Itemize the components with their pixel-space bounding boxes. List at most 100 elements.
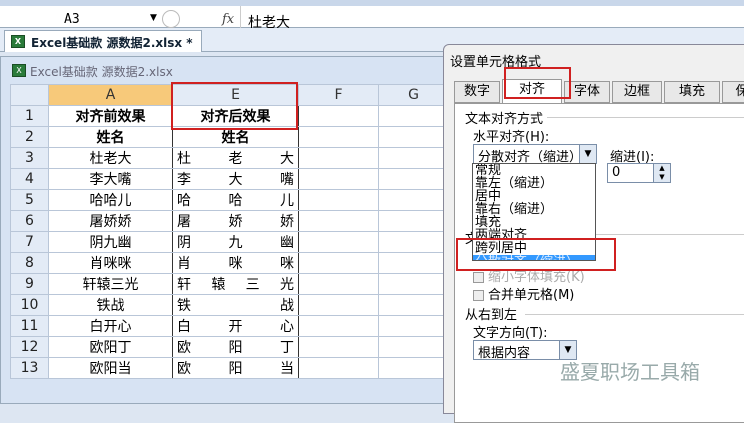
cell-a[interactable]: 肖咪咪 <box>48 252 173 274</box>
tab-border[interactable]: 边框 <box>612 81 662 103</box>
cell-g[interactable] <box>378 147 449 169</box>
highlight-box <box>171 82 298 130</box>
chevron-down-icon[interactable]: ▼ <box>150 13 157 23</box>
cell-a[interactable]: 杜老大 <box>48 147 173 169</box>
cell-g[interactable] <box>378 231 449 253</box>
indent-spinner[interactable]: 0 ▲ ▼ <box>607 163 671 183</box>
row-header[interactable]: 13 <box>10 357 49 379</box>
cell-f[interactable] <box>298 210 379 232</box>
cell-e[interactable]: 阴九幽 <box>172 231 299 253</box>
cell-g[interactable] <box>378 105 449 127</box>
cell-e[interactable]: 铁战 <box>172 294 299 316</box>
cell-f[interactable] <box>298 273 379 295</box>
fx-icon[interactable]: fx <box>222 12 234 27</box>
tab-protection[interactable]: 保 <box>722 81 744 103</box>
cell-a[interactable]: 铁战 <box>48 294 173 316</box>
table-row: 3 杜老大杜老大 <box>10 147 449 169</box>
cell-e[interactable]: 屠娇娇 <box>172 210 299 232</box>
divider <box>547 117 744 118</box>
cell-e[interactable]: 白开心 <box>172 315 299 337</box>
row-header[interactable]: 7 <box>10 231 49 253</box>
cell-e[interactable]: 欧阳当 <box>172 357 299 379</box>
excel-icon: X <box>12 64 26 77</box>
horizontal-select[interactable]: 分散对齐（缩进） ▼ <box>473 144 597 165</box>
row-header[interactable]: 6 <box>10 210 49 232</box>
cell-a[interactable]: 欧阳丁 <box>48 336 173 358</box>
cell-g[interactable] <box>378 336 449 358</box>
cell-f[interactable] <box>298 231 379 253</box>
row-header[interactable]: 2 <box>10 126 49 148</box>
cell-f[interactable] <box>298 168 379 190</box>
cell-f[interactable] <box>298 147 379 169</box>
row-header[interactable]: 9 <box>10 273 49 295</box>
cell-a[interactable]: 哈哈儿 <box>48 189 173 211</box>
cell-g[interactable] <box>378 273 449 295</box>
cell-a[interactable]: 屠娇娇 <box>48 210 173 232</box>
spinner-arrows-icon[interactable]: ▲ ▼ <box>653 164 670 182</box>
row-header[interactable]: 11 <box>10 315 49 337</box>
cell-a[interactable]: 轩辕三光 <box>48 273 173 295</box>
tab-fill[interactable]: 填充 <box>664 81 720 103</box>
document-tab[interactable]: X Excel基础款 源数据2.xlsx * <box>4 30 202 52</box>
row-header[interactable]: 8 <box>10 252 49 274</box>
column-header-a[interactable]: A <box>48 84 173 106</box>
char: 阳 <box>228 361 243 377</box>
row-header[interactable]: 3 <box>10 147 49 169</box>
cell-f[interactable] <box>298 252 379 274</box>
cell-f[interactable] <box>298 336 379 358</box>
cell-f[interactable] <box>298 294 379 316</box>
table-row: 7 阴九幽阴九幽 <box>10 231 449 253</box>
cell-e[interactable]: 轩辕三光 <box>172 273 299 295</box>
select-all-corner[interactable] <box>10 84 49 106</box>
row-header[interactable]: 1 <box>10 105 49 127</box>
cell-g[interactable] <box>378 126 449 148</box>
cell-f[interactable] <box>298 105 379 127</box>
cell-f[interactable] <box>298 189 379 211</box>
cell-g[interactable] <box>378 168 449 190</box>
char: 大 <box>228 172 243 188</box>
table-row: 4 李大嘴李大嘴 <box>10 168 449 190</box>
char: 三 <box>245 277 260 293</box>
cell-e[interactable]: 欧阳丁 <box>172 336 299 358</box>
row-header[interactable]: 4 <box>10 168 49 190</box>
table-row: 10 铁战铁战 <box>10 294 449 316</box>
checkbox[interactable] <box>473 272 484 283</box>
column-header-f[interactable]: F <box>298 84 379 106</box>
cell-a[interactable]: 阴九幽 <box>48 231 173 253</box>
cell-a[interactable]: 姓名 <box>48 126 173 148</box>
row-header[interactable]: 5 <box>10 189 49 211</box>
char: 儿 <box>280 193 294 209</box>
excel-icon: X <box>11 35 25 48</box>
merge-cells-checkbox[interactable]: 合并单元格(M) <box>473 284 574 303</box>
cell-e[interactable]: 李大嘴 <box>172 168 299 190</box>
row-header[interactable]: 12 <box>10 336 49 358</box>
cell-g[interactable] <box>378 252 449 274</box>
chevron-down-icon[interactable]: ▼ <box>579 145 596 163</box>
distributed-text: 阴九幽 <box>177 232 294 252</box>
checkbox[interactable] <box>473 290 484 301</box>
table-row: 13 欧阳当欧阳当 <box>10 357 449 379</box>
char: 战 <box>280 298 294 314</box>
distributed-text: 屠娇娇 <box>177 211 294 231</box>
cell-e[interactable]: 杜老大 <box>172 147 299 169</box>
divider <box>525 314 744 315</box>
row-header[interactable]: 10 <box>10 294 49 316</box>
cell-a[interactable]: 欧阳当 <box>48 357 173 379</box>
cell-a[interactable]: 对齐前效果 <box>48 105 173 127</box>
column-header-g[interactable]: G <box>378 84 449 106</box>
cell-g[interactable] <box>378 189 449 211</box>
cell-g[interactable] <box>378 210 449 232</box>
cell-f[interactable] <box>298 357 379 379</box>
tab-number[interactable]: 数字 <box>454 81 500 103</box>
cell-e[interactable]: 肖咪咪 <box>172 252 299 274</box>
cell-f[interactable] <box>298 315 379 337</box>
cell-a[interactable]: 李大嘴 <box>48 168 173 190</box>
cell-g[interactable] <box>378 357 449 379</box>
char: 辕 <box>211 277 226 293</box>
char: 心 <box>280 319 294 335</box>
cell-g[interactable] <box>378 294 449 316</box>
cell-f[interactable] <box>298 126 379 148</box>
cell-g[interactable] <box>378 315 449 337</box>
cell-e[interactable]: 哈哈儿 <box>172 189 299 211</box>
cell-a[interactable]: 白开心 <box>48 315 173 337</box>
